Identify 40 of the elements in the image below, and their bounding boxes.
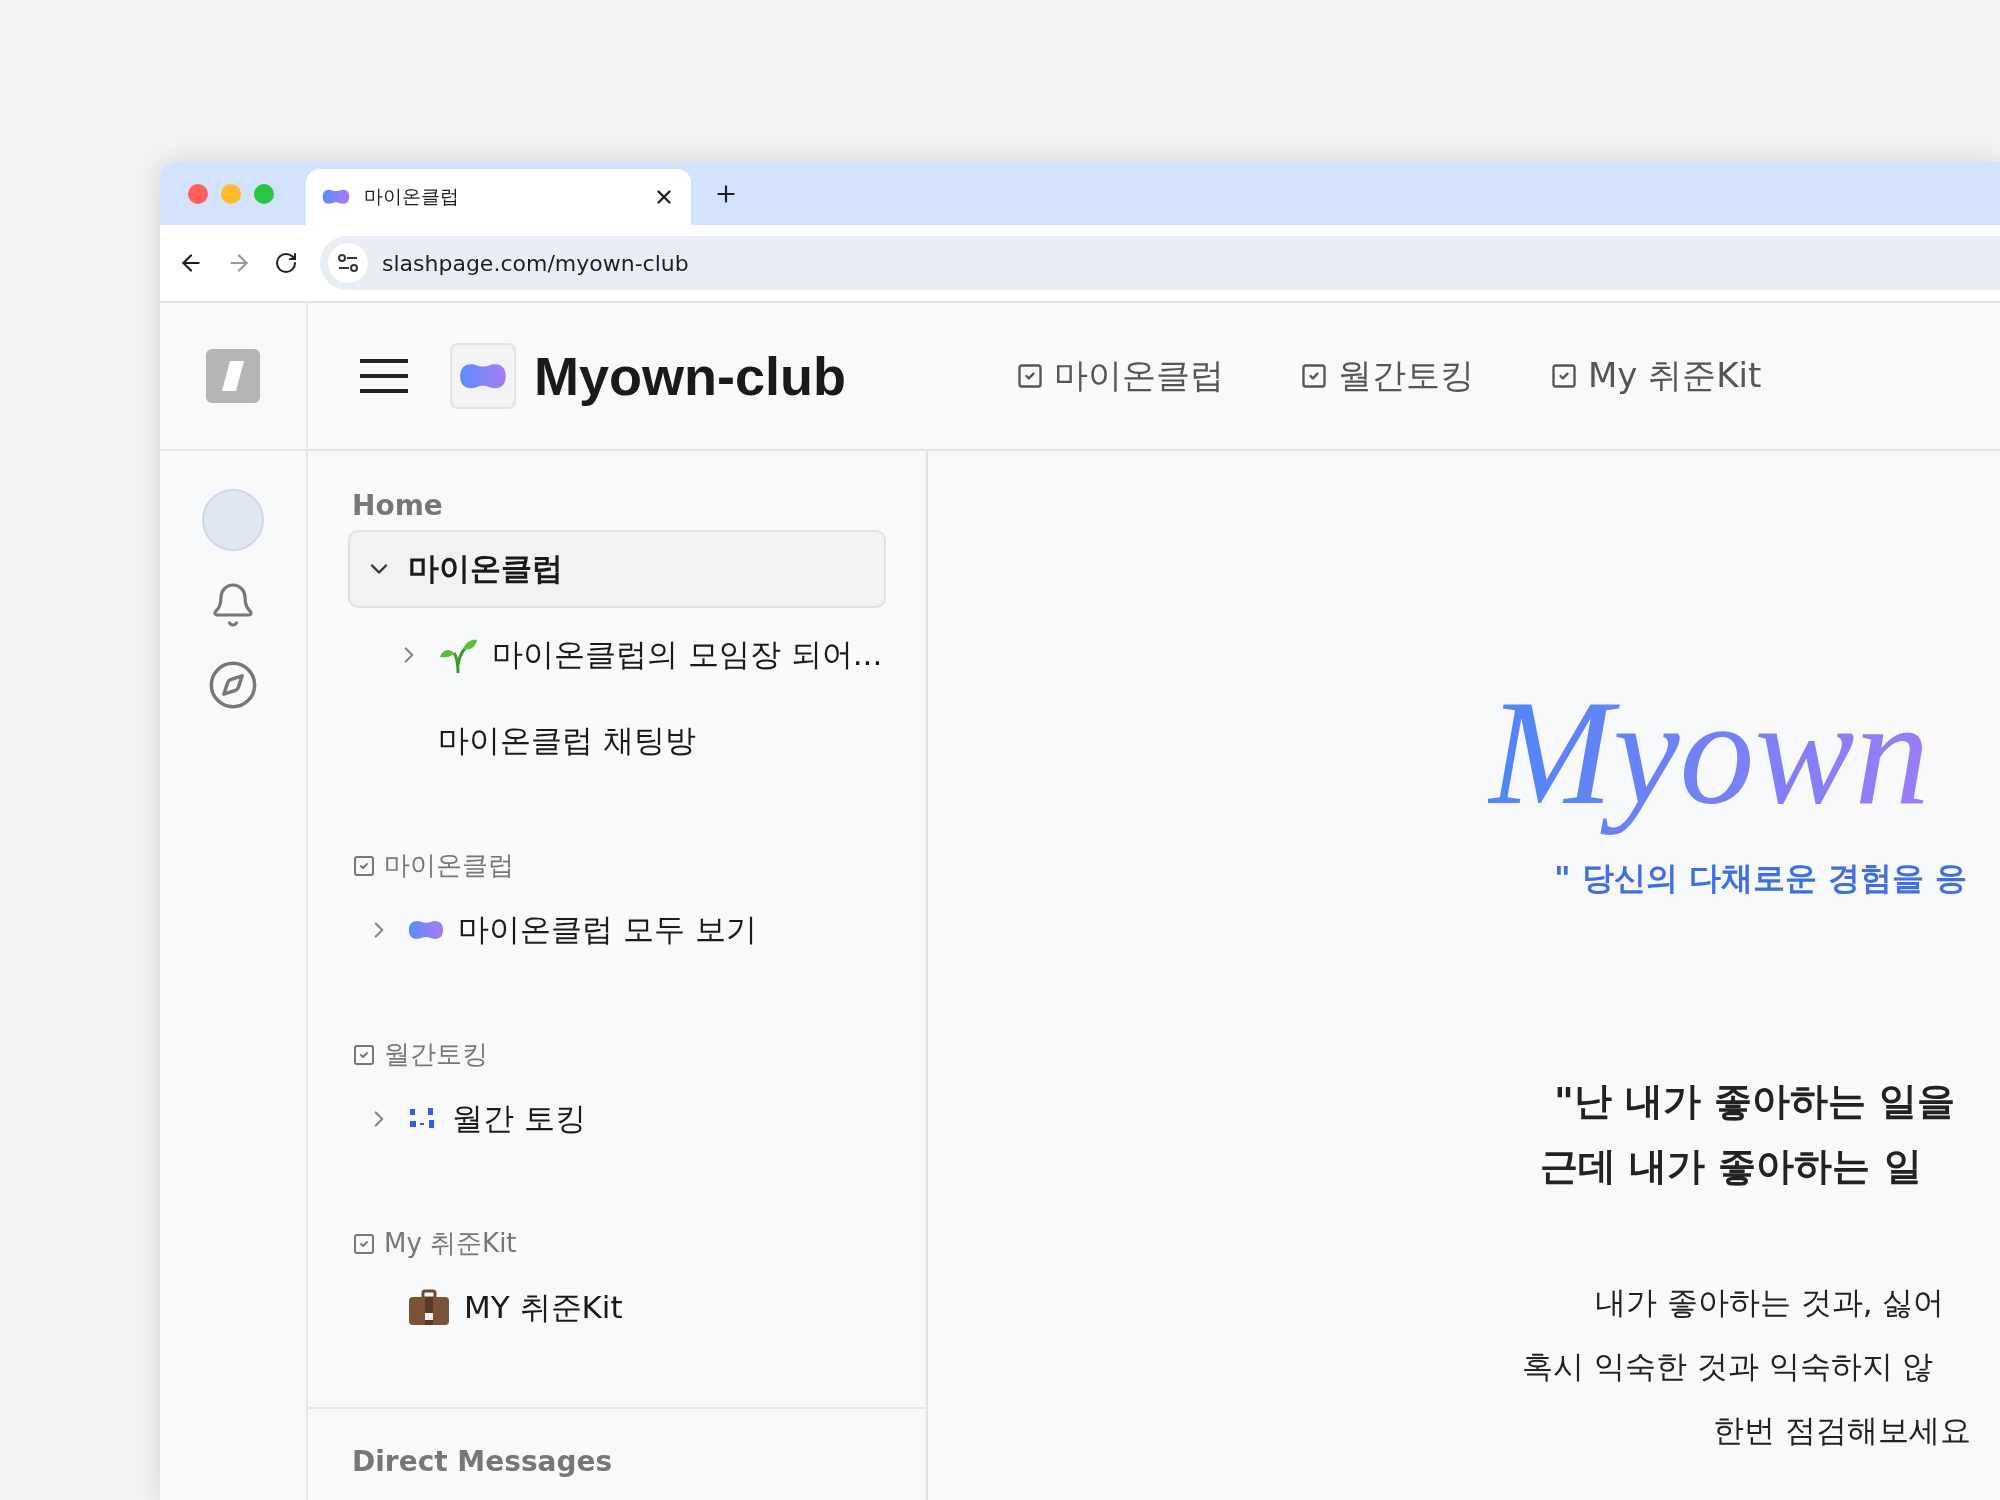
address-bar[interactable]: slashpage.com/myown-club xyxy=(320,236,2000,290)
nav-link[interactable]: My 취준Kit xyxy=(1550,353,1762,399)
close-window-button[interactable] xyxy=(188,183,208,204)
section-title: 마이온클럽 xyxy=(384,849,514,882)
checkbox-icon xyxy=(1550,362,1578,390)
club-title: Myown-club xyxy=(534,345,846,407)
sidebar-item[interactable]: 마이온클럽 채팅방 xyxy=(348,702,886,780)
briefcase-icon xyxy=(408,1289,450,1327)
sidebar-item[interactable]: 월간 토킹 xyxy=(348,1080,886,1158)
club-logo-icon xyxy=(322,189,350,205)
tagline: " 당신의 다채로운 경험을 응 xyxy=(1554,857,1968,899)
checkbox-icon xyxy=(352,1042,376,1067)
checkbox-icon xyxy=(352,853,376,878)
heading-line: 근데 내가 좋아하는 일 xyxy=(1540,1142,1922,1190)
direct-messages-label: Direct Messages xyxy=(351,1444,614,1478)
club-logo-icon xyxy=(408,920,444,940)
home-label: Home xyxy=(352,489,444,522)
section-title: 월간토킹 xyxy=(384,1038,488,1071)
body-line: 한번 점검해보세요 xyxy=(1713,1410,1971,1450)
sidebar-item[interactable]: 마이온클럽 모두 보기 xyxy=(348,891,886,969)
club-logo-icon xyxy=(459,362,507,390)
tab-title: 마이온클럽 xyxy=(364,184,460,209)
checkbox-icon xyxy=(352,1231,376,1256)
browser-tab[interactable]: 마이온클럽 xyxy=(306,169,691,225)
body-line: 혹시 익숙한 것과 익숙하지 않 xyxy=(1522,1346,1934,1386)
body-line: 내가 좋아하는 것과, 싫어 xyxy=(1595,1282,1945,1322)
reload-icon[interactable] xyxy=(274,251,298,275)
nav-link[interactable]: 마이온클럽 xyxy=(1016,353,1224,399)
section-title: My 취준Kit xyxy=(384,1227,517,1260)
nav-link[interactable]: 월간토킹 xyxy=(1300,353,1474,399)
url-text: slashpage.com/myown-club xyxy=(382,250,689,276)
sidebar-item[interactable]: MY 취준Kit xyxy=(348,1269,886,1347)
sidebar-item[interactable]: 마이온클럽 xyxy=(348,530,886,608)
menu-icon[interactable] xyxy=(360,359,408,393)
checkbox-icon xyxy=(1300,362,1328,390)
site-settings-icon[interactable] xyxy=(328,243,368,283)
checkbox-icon xyxy=(1016,362,1044,390)
compass-icon[interactable] xyxy=(207,659,259,711)
heading-line: "난 내가 좋아하는 일을 xyxy=(1554,1077,1956,1125)
sidebar-item[interactable]: 마이온클럽의 모임장 되어... xyxy=(348,616,886,694)
